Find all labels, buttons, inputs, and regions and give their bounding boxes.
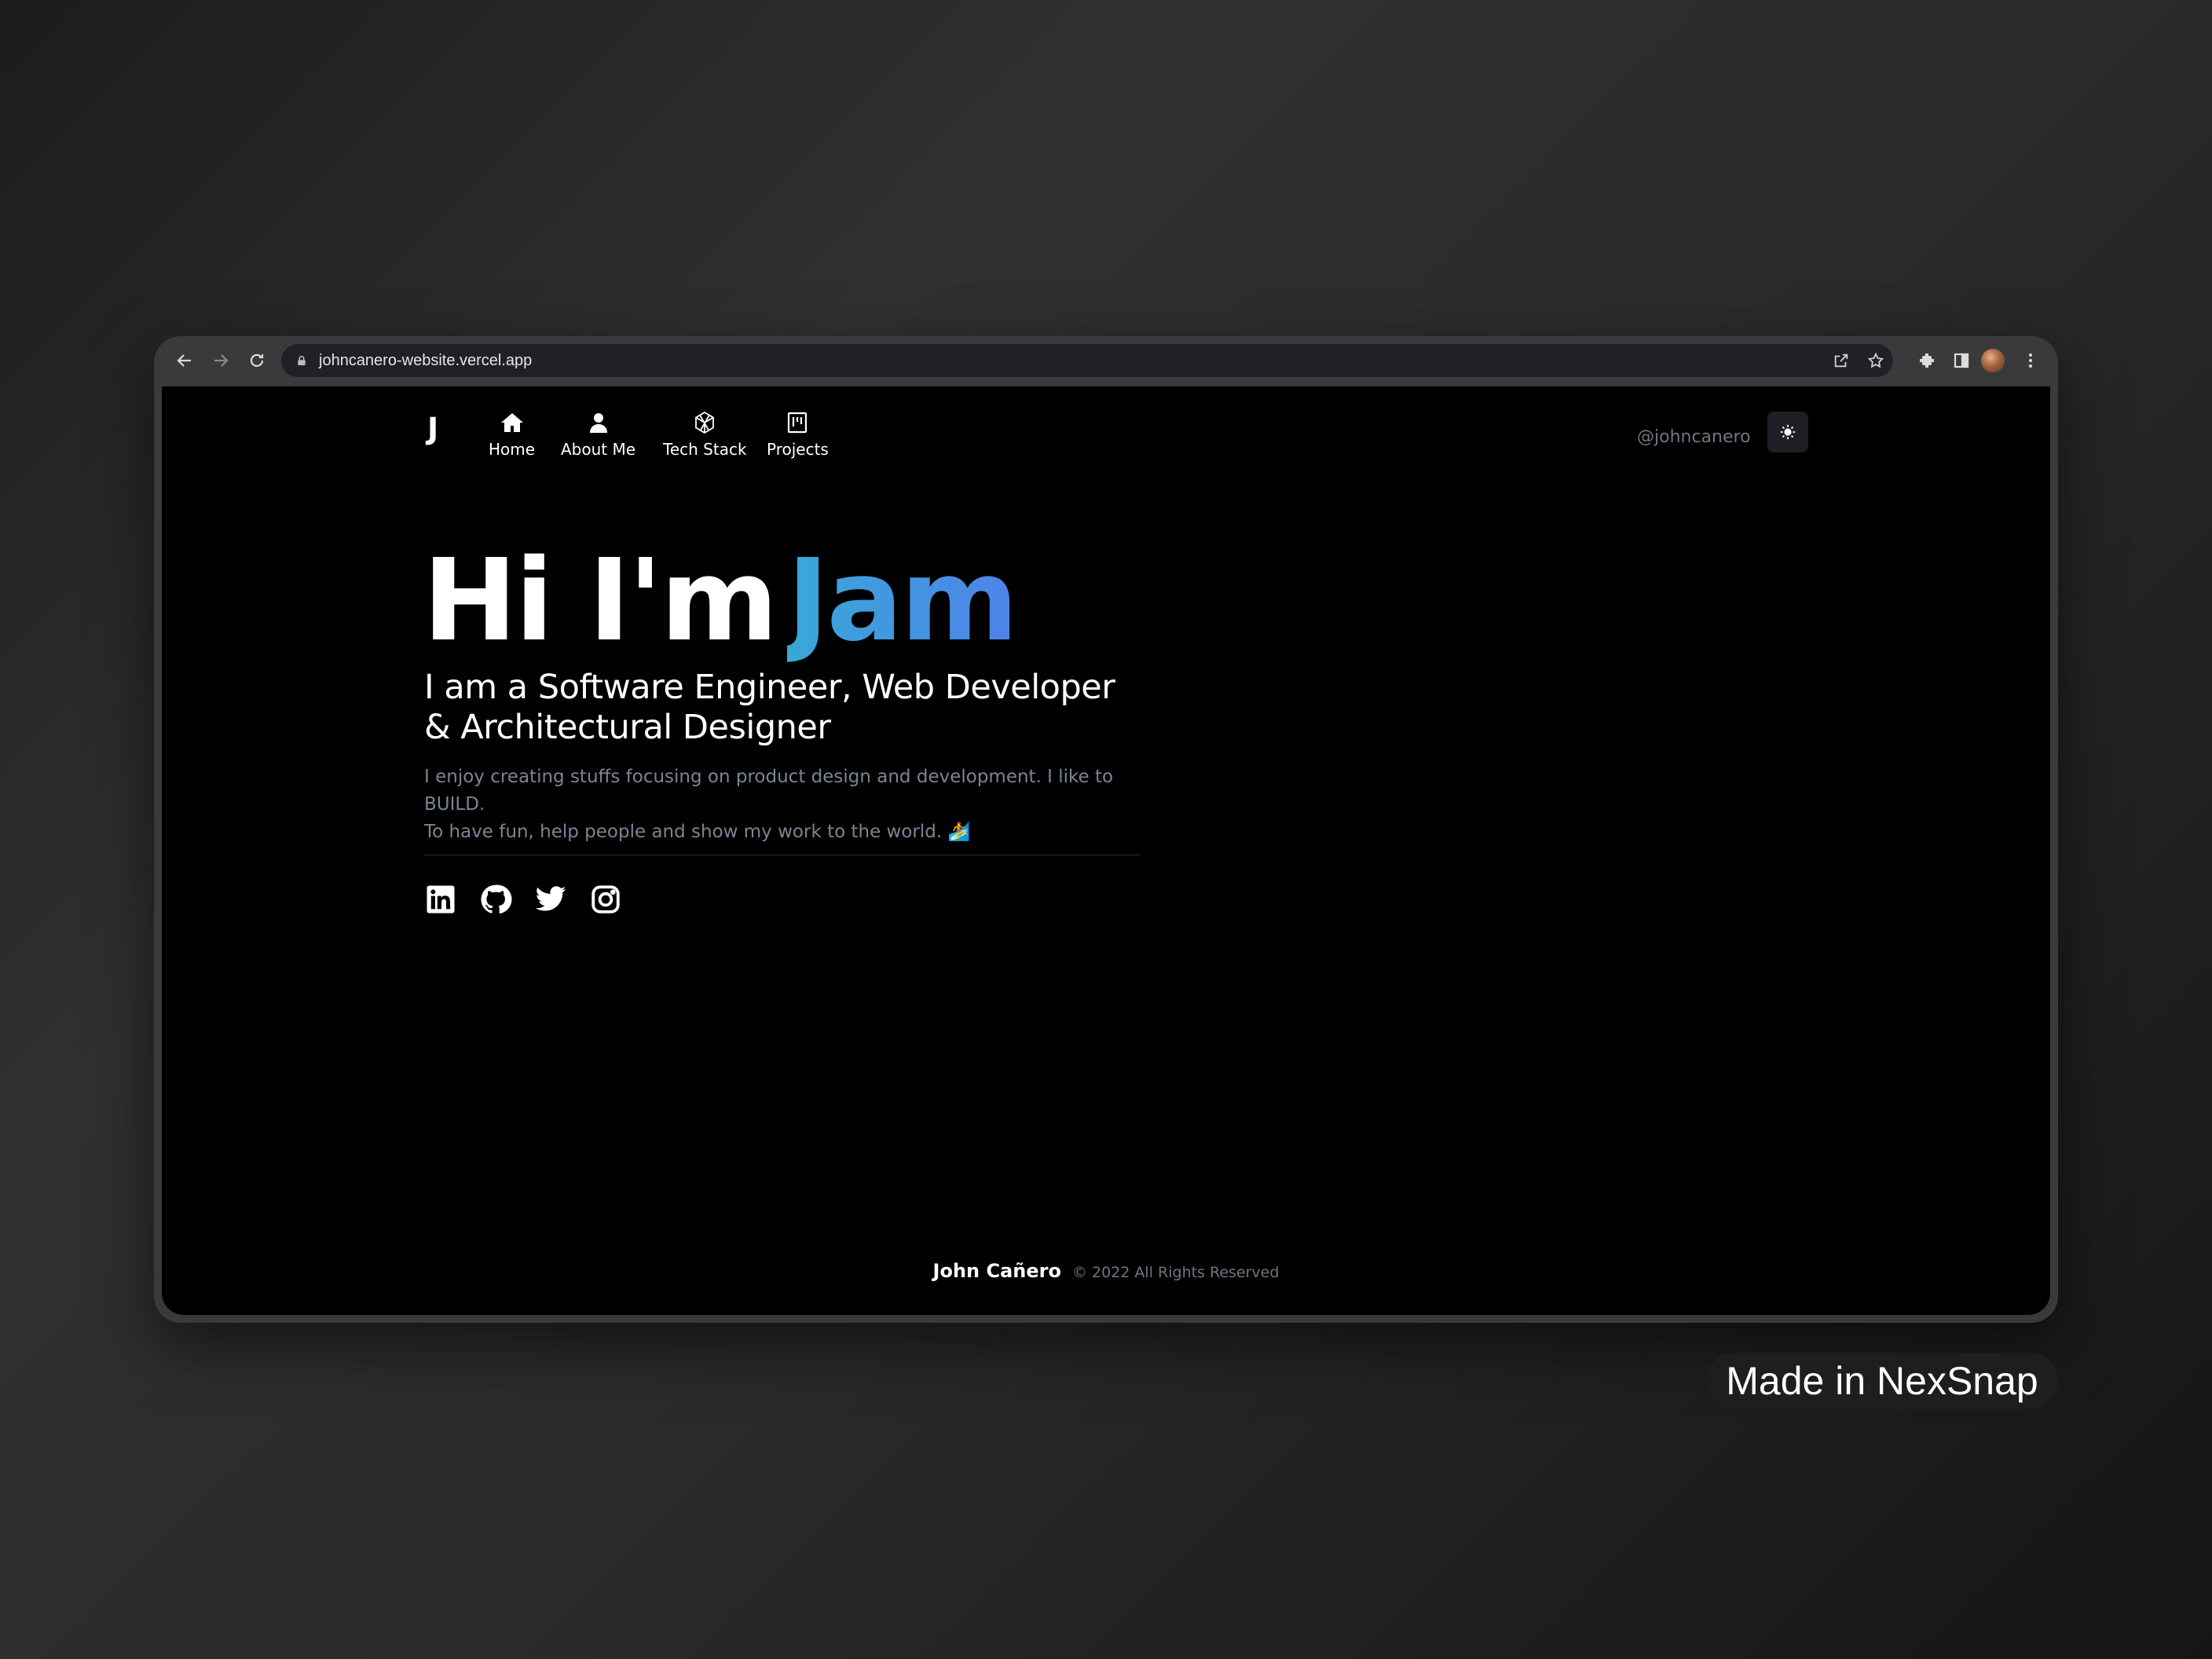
back-icon[interactable] — [170, 346, 200, 375]
watermark-badge: Made in NexSnap — [1706, 1353, 2058, 1409]
nav-item-label: Home — [489, 440, 536, 459]
nav-item-about-me[interactable]: About Me — [561, 410, 635, 459]
user-icon — [589, 413, 607, 433]
browser-window: johncanero-website.vercel.app J Home Abo — [154, 336, 2058, 1323]
hero-subtitle: I am a Software Engineer, Web Developer … — [424, 668, 1163, 748]
hero-description-line: To have fun, help people and show my wor… — [424, 822, 971, 842]
address-bar[interactable]: johncanero-website.vercel.app — [281, 344, 1893, 377]
side-panel-icon[interactable] — [1946, 346, 1976, 375]
nav-item-tech-stack[interactable]: Tech Stack — [663, 410, 747, 459]
footer-copyright: © 2022 All Rights Reserved — [1072, 1264, 1280, 1281]
site-logo[interactable]: J — [427, 412, 438, 446]
twitter-icon[interactable] — [534, 883, 567, 916]
footer-name: John Cañero — [932, 1260, 1061, 1282]
share-icon[interactable] — [1832, 351, 1851, 370]
instagram-icon[interactable] — [589, 883, 622, 916]
sun-icon — [1780, 424, 1796, 440]
kanban-icon — [788, 412, 808, 434]
nav-item-projects[interactable]: Projects — [767, 410, 829, 459]
star-icon[interactable] — [1866, 351, 1885, 370]
nav-item-label: Projects — [767, 440, 829, 459]
theme-toggle-button[interactable] — [1767, 412, 1808, 452]
hero-title: Hi I'mJam — [423, 534, 1019, 666]
hero-subtitle-line: & Architectural Designer — [424, 708, 831, 747]
nav-item-home[interactable]: Home — [489, 410, 535, 459]
url-text: johncanero-website.vercel.app — [319, 351, 533, 369]
page-viewport: J Home About Me Tech Stack Projects @joh… — [162, 386, 2050, 1315]
lock-icon — [295, 353, 309, 368]
hexagon-icon — [695, 411, 715, 434]
hero-description-line: I enjoy creating stuffs focusing on prod… — [424, 767, 1114, 815]
home-icon — [500, 413, 523, 432]
linkedin-icon[interactable] — [424, 883, 457, 916]
footer: John Cañero © 2022 All Rights Reserved — [162, 1260, 2050, 1282]
twitter-handle[interactable]: @johncanero — [1637, 427, 1751, 447]
profile-avatar[interactable] — [1981, 349, 2005, 372]
github-icon[interactable] — [479, 883, 512, 916]
hero-name: Jam — [786, 534, 1019, 666]
hero-subtitle-line: I am a Software Engineer, Web Developer — [424, 668, 1115, 707]
nav-item-label: Tech Stack — [663, 440, 747, 459]
nav-item-label: About Me — [561, 440, 636, 459]
more-icon[interactable] — [2016, 346, 2045, 375]
extensions-icon[interactable] — [1912, 346, 1942, 375]
hero-description: I enjoy creating stuffs focusing on prod… — [424, 764, 1178, 846]
reload-icon[interactable] — [242, 346, 272, 375]
forward-icon[interactable] — [206, 346, 236, 375]
browser-toolbar: johncanero-website.vercel.app — [154, 336, 2058, 385]
hero-greeting: Hi I'm — [423, 534, 778, 666]
